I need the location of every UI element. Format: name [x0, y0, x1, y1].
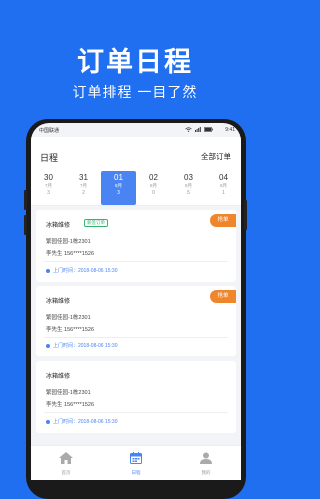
order-address: 繁园佳园-1栋2301 — [46, 390, 91, 396]
date-count: 1 — [222, 190, 225, 196]
all-orders-link[interactable]: 全部订单 — [201, 151, 231, 162]
order-card[interactable]: 冰箱维修 繁园佳园-1栋2301 李先生 156****1526 上门时间：20… — [36, 361, 236, 433]
order-visit-time: 上门时间：2018-08-06 15:30 — [46, 342, 117, 349]
date-item-selected[interactable]: 01 8月 3 — [101, 171, 136, 205]
visit-time-text: 上门时间：2018-08-06 15:30 — [53, 419, 118, 425]
status-bar: 中国联通 9:41 — [31, 123, 241, 137]
order-address: 繁园佳园-1栋2301 — [46, 239, 91, 245]
tab-label: 首页 — [61, 470, 71, 475]
user-icon — [200, 452, 212, 464]
tab-label: 日程 — [131, 470, 141, 475]
tab-home[interactable]: 首页 — [31, 446, 101, 480]
promo-title: 订单日程 — [77, 47, 193, 77]
battery-icon — [204, 127, 213, 132]
tab-schedule[interactable]: 日程 — [101, 446, 171, 480]
tab-label: 我的 — [201, 470, 211, 475]
date-item[interactable]: 04 8月 1 — [206, 171, 241, 205]
order-visit-time: 上门时间：2018-08-06 15:30 — [46, 418, 117, 425]
date-day: 31 — [79, 173, 88, 182]
phone-volume-button — [24, 215, 27, 235]
grab-order-button[interactable]: 抢单 — [210, 290, 236, 303]
card-divider — [44, 412, 228, 413]
carrier-label: 中国联通 — [39, 128, 60, 134]
bottom-tab-bar: 首页 日程 我的 — [31, 445, 241, 480]
phone-power-button — [244, 200, 247, 230]
order-service: 冰箱维修 — [46, 299, 71, 305]
time-dot-icon — [46, 419, 50, 424]
date-item[interactable]: 31 7月 2 — [66, 171, 101, 205]
order-contact: 李先生 156****1526 — [46, 402, 95, 408]
date-item[interactable]: 02 8月 0 — [136, 171, 171, 205]
order-address: 繁园佳园-1栋2301 — [46, 315, 91, 321]
date-strip: 30 7月 3 31 7月 2 01 8月 3 02 8月 0 03 8月 5 … — [31, 171, 241, 206]
card-divider — [44, 261, 228, 262]
order-card[interactable]: 冰箱维修 新签订单 抢单 繁园佳园-1栋2301 李先生 156****1526… — [36, 210, 236, 282]
date-count: 0 — [152, 190, 155, 196]
order-contact: 李先生 156****1526 — [46, 251, 95, 257]
date-day: 04 — [219, 173, 228, 182]
promo-subtitle: 订单排程 一目了然 — [72, 84, 198, 100]
visit-time-text: 上门时间：2018-08-06 15:30 — [53, 268, 118, 274]
app-screen: 中国联通 9:41 日程 全部订单 30 7月 3 31 7月 2 01 8月 … — [31, 123, 241, 480]
date-month: 8月 — [219, 183, 227, 188]
order-contact: 李先生 156****1526 — [46, 327, 95, 333]
time-dot-icon — [46, 343, 50, 348]
date-month: 7月 — [44, 183, 52, 188]
date-day: 30 — [44, 173, 53, 182]
date-month: 8月 — [184, 183, 192, 188]
order-card[interactable]: 冰箱维修 抢单 繁园佳园-1栋2301 李先生 156****1526 上门时间… — [36, 286, 236, 356]
tab-profile[interactable]: 我的 — [171, 446, 241, 480]
wifi-icon — [185, 127, 192, 132]
date-day: 01 — [114, 173, 123, 182]
phone-volume-button — [24, 190, 27, 210]
date-day: 02 — [149, 173, 158, 182]
date-item[interactable]: 30 7月 3 — [31, 171, 66, 205]
status-time: 9:41 — [225, 127, 235, 133]
signal-icon — [195, 127, 201, 132]
date-item[interactable]: 03 8月 5 — [171, 171, 206, 205]
date-month: 8月 — [114, 183, 122, 188]
date-count: 2 — [82, 190, 85, 196]
page-title: 日程 — [40, 153, 59, 163]
status-icons — [185, 127, 213, 132]
calendar-icon — [130, 452, 142, 464]
date-month: 7月 — [79, 183, 87, 188]
date-count: 3 — [117, 190, 120, 196]
visit-time-text: 上门时间：2018-08-06 15:30 — [53, 343, 118, 349]
order-service: 冰箱维修 — [46, 223, 71, 229]
date-count: 3 — [47, 190, 50, 196]
grab-order-button[interactable]: 抢单 — [210, 214, 236, 227]
order-service: 冰箱维修 — [46, 374, 71, 380]
card-divider — [44, 337, 228, 338]
order-visit-time: 上门时间：2018-08-06 15:30 — [46, 267, 117, 274]
app-header: 日程 全部订单 — [31, 137, 241, 173]
date-month: 8月 — [149, 183, 157, 188]
date-day: 03 — [184, 173, 193, 182]
date-count: 5 — [187, 190, 190, 196]
home-icon — [59, 452, 73, 464]
new-order-badge: 新签订单 — [84, 219, 108, 227]
time-dot-icon — [46, 268, 50, 273]
